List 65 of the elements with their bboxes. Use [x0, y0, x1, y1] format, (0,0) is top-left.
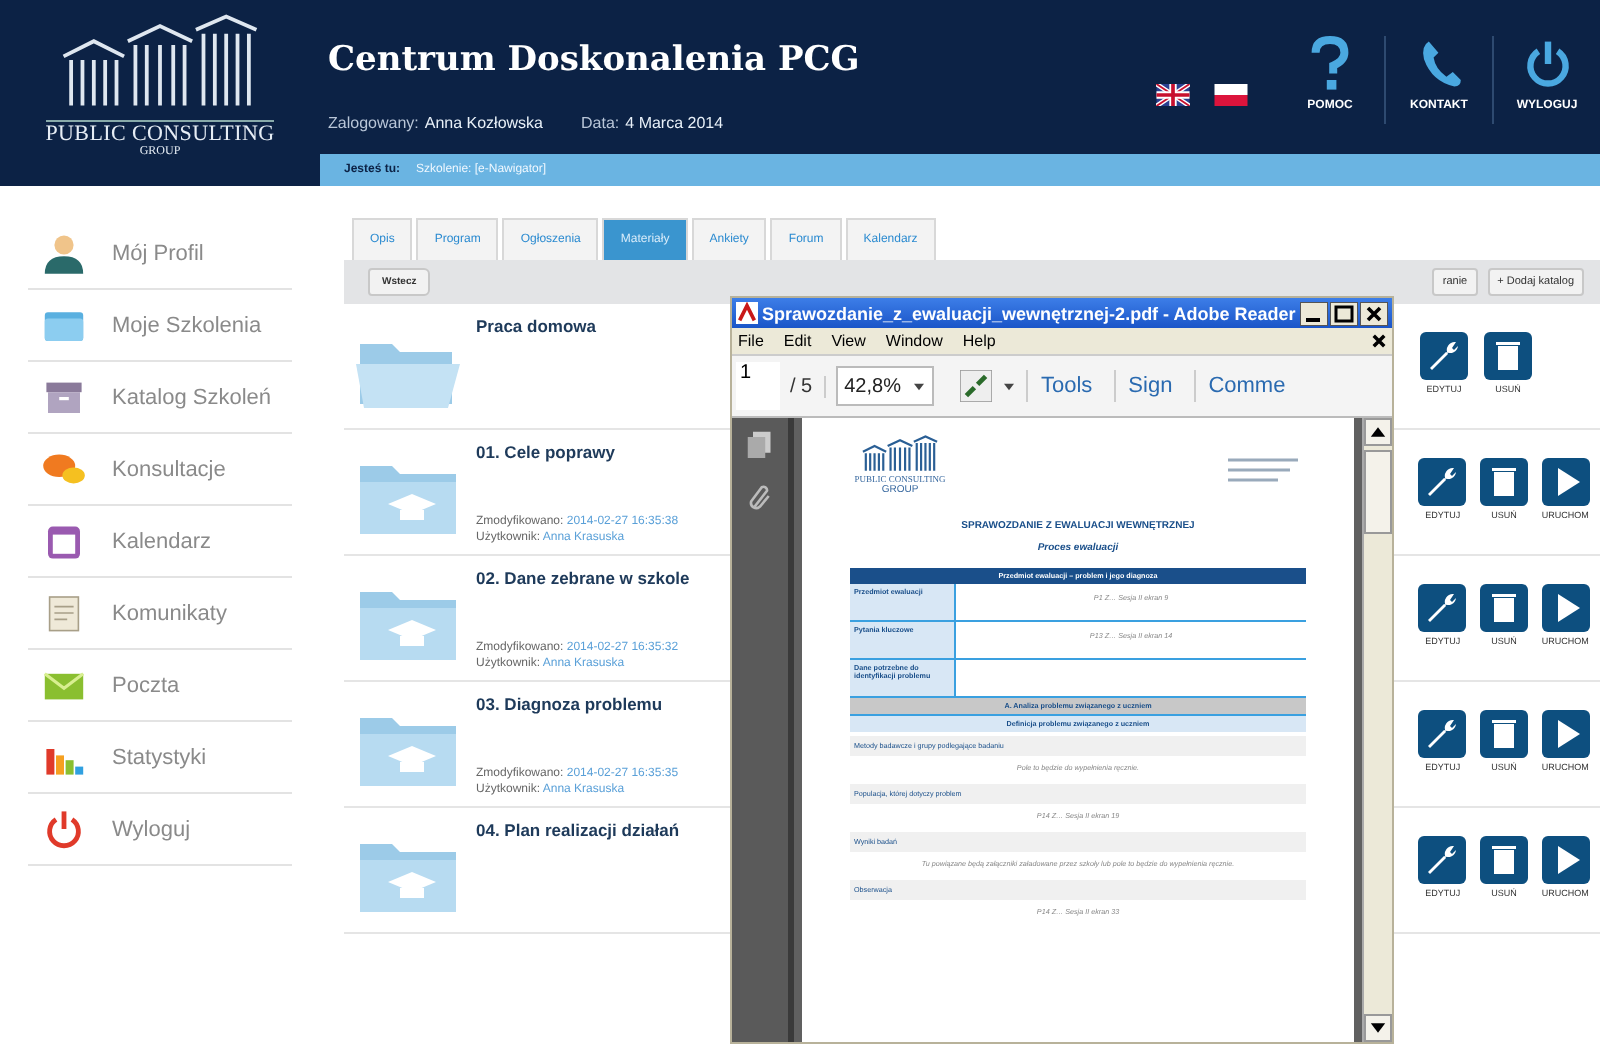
- sidebar-item[interactable]: Komunikaty: [28, 578, 292, 650]
- sidebar-item[interactable]: Wyloguj: [28, 794, 292, 866]
- wrench-icon[interactable]: [1418, 710, 1467, 758]
- play-icon[interactable]: [1541, 836, 1590, 884]
- columns-logo-icon: [860, 434, 940, 474]
- sidebar-item[interactable]: Mój Profil: [28, 218, 292, 290]
- wrench-icon[interactable]: [1418, 458, 1467, 506]
- date-label: Data:: [581, 114, 620, 132]
- power-icon: [1523, 36, 1571, 92]
- toolbar-button[interactable]: Sign: [1114, 370, 1185, 402]
- material-title[interactable]: 02. Dane zebrane w szkole: [476, 568, 690, 588]
- close-icon[interactable]: [1360, 301, 1388, 325]
- play-icon[interactable]: [1541, 710, 1590, 758]
- toolbar-button[interactable]: Comme: [1194, 370, 1298, 402]
- maximize-icon[interactable]: [1330, 301, 1358, 325]
- paperclip-icon[interactable]: [746, 482, 774, 510]
- material-title[interactable]: 04. Plan realizacji działań: [476, 820, 680, 840]
- wrench-icon[interactable]: [1420, 332, 1468, 380]
- pdf-file-icon: [736, 302, 758, 324]
- caret-icon[interactable]: [1002, 381, 1017, 391]
- play-icon[interactable]: [1541, 584, 1590, 632]
- logo-text: PUBLIC CONSULTING: [45, 120, 275, 146]
- scrollbar-thumb[interactable]: [1364, 450, 1392, 534]
- sidebar-item[interactable]: Katalog Szkoleń: [28, 362, 292, 434]
- sidebar-item[interactable]: Konsultacje: [28, 434, 292, 506]
- menu-item[interactable]: View: [831, 332, 866, 350]
- sidebar-item[interactable]: Statystyki: [28, 722, 292, 794]
- question-mark-icon: [1306, 36, 1354, 92]
- material-title[interactable]: Praca domowa: [476, 316, 596, 336]
- page-number-field[interactable]: 1: [736, 362, 780, 410]
- trash-icon[interactable]: [1480, 458, 1528, 506]
- sidebar-item[interactable]: Poczta: [28, 650, 292, 722]
- date-value: 4 Marca 2014: [625, 114, 724, 132]
- menu-item[interactable]: Edit: [783, 332, 812, 350]
- wrench-icon[interactable]: [1418, 836, 1467, 884]
- user-name: Anna Kozłowska: [424, 114, 544, 132]
- material-title[interactable]: 03. Diagnoza problemu: [476, 694, 663, 714]
- scroll-down-icon[interactable]: [1364, 1014, 1392, 1042]
- user-label: Zalogowany:: [328, 114, 419, 132]
- uk-flag-icon[interactable]: [1156, 84, 1190, 106]
- caret-icon: [912, 381, 927, 391]
- menu-item[interactable]: File: [738, 332, 764, 350]
- polish-flag-icon[interactable]: [1214, 84, 1248, 106]
- profile-icon: [40, 232, 88, 274]
- wrench-icon[interactable]: [1418, 584, 1467, 632]
- trash-icon[interactable]: [1480, 836, 1528, 884]
- close-icon[interactable]: [1372, 334, 1386, 348]
- pages-icon[interactable]: [746, 430, 774, 458]
- trash-icon[interactable]: [1480, 710, 1528, 758]
- minimize-icon[interactable]: [1300, 301, 1328, 325]
- sidebar-item[interactable]: Moje Szkolenia: [28, 290, 292, 362]
- scroll-up-icon[interactable]: [1364, 418, 1392, 446]
- page-count: / 5: [790, 375, 827, 397]
- play-icon[interactable]: [1541, 458, 1590, 506]
- zoom-field[interactable]: 42,8%: [836, 366, 935, 406]
- material-title[interactable]: 01. Cele poprawy: [476, 442, 615, 462]
- window-title: Sprawozdanie_z_ewaluacji_wewnętrznej-2.pdf - Adobe Reader: [762, 303, 1296, 323]
- site-title: Centrum Doskonalenia PCG: [328, 40, 862, 80]
- toolbar-button[interactable]: Tools: [1026, 370, 1105, 402]
- scrollbar[interactable]: [1362, 418, 1392, 1042]
- trash-icon[interactable]: [1484, 332, 1532, 380]
- sidebar-item[interactable]: Kalendarz: [28, 506, 292, 578]
- menu-item[interactable]: Window: [885, 332, 943, 350]
- trash-icon[interactable]: [1480, 584, 1528, 632]
- menu-item[interactable]: Help: [962, 332, 996, 350]
